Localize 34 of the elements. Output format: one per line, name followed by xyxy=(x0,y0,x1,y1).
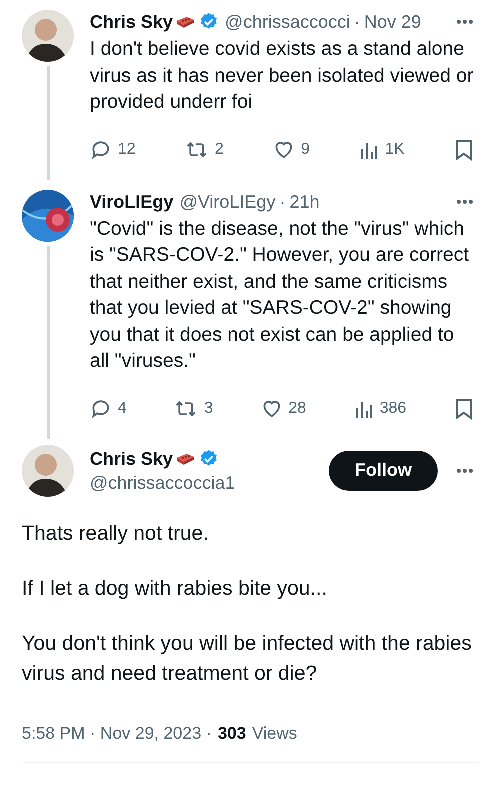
bookmark-icon[interactable] xyxy=(454,138,474,160)
author-handle[interactable]: @chrissaccocci xyxy=(225,10,350,34)
more-options-icon[interactable] xyxy=(456,19,474,25)
tweet-text: I don't believe covid exists as a stand alone virus as it has never been isolated viewed or provided underr foi xyxy=(90,37,474,115)
reply-icon[interactable] xyxy=(90,398,112,420)
repost-count: 3 xyxy=(204,398,214,418)
author-handle[interactable]: @ViroLIEgy xyxy=(180,190,276,214)
post-timestamp[interactable]: 5:58 PM · Nov 29, 2023 · xyxy=(22,720,212,746)
view-count: 303 xyxy=(218,722,246,744)
post-time[interactable]: 21h xyxy=(290,190,320,214)
author-name[interactable]: ViroLIEgy xyxy=(90,190,174,214)
tweet-text: Thats really not true. xyxy=(22,520,210,546)
tweet-text: "Covid" is the disease, not the "virus" which is "SARS-COV-2." However, you are correct that neither exist, and the same criticisms that you levied at "SARS-COV-2" showing you that it does not exist can be applied to all "viruses." xyxy=(90,216,470,374)
separator-dot: · xyxy=(354,11,360,34)
reply-count: 12 xyxy=(118,140,136,160)
author-name[interactable]: Chris Sky xyxy=(90,446,174,470)
separator-dot: · xyxy=(280,190,286,214)
view-count: 386 xyxy=(380,398,407,418)
like-count: 28 xyxy=(288,398,306,418)
tweet-text: If I let a dog with rabies bite you... xyxy=(22,576,328,602)
like-count: 9 xyxy=(301,140,310,160)
reply-count: 4 xyxy=(118,398,127,418)
post-time[interactable]: Nov 29 xyxy=(364,10,422,34)
bookmark-icon[interactable] xyxy=(454,398,474,420)
repost-count: 2 xyxy=(215,140,224,160)
tweet-text: You don't think you will be infected with the rabies virus and need treatment or die? xyxy=(22,630,473,686)
author-name[interactable]: Chris Sky xyxy=(90,10,174,34)
reply-icon[interactable] xyxy=(90,138,112,160)
follow-button[interactable]: Follow xyxy=(329,450,438,490)
views-label: Views xyxy=(252,722,298,744)
more-options-icon[interactable] xyxy=(456,198,474,204)
author-handle[interactable]: @chrissaccoccia1 xyxy=(90,470,236,494)
view-count: 1K xyxy=(385,140,405,160)
more-options-icon[interactable] xyxy=(456,468,474,474)
